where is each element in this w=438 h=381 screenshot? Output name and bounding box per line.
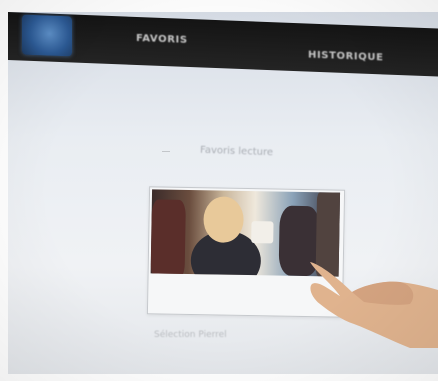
hand-pointing-icon [310,262,438,348]
section-divider [162,151,170,152]
tab-favoris[interactable]: FAVORIS [136,33,188,46]
photo-person-left [150,199,186,277]
photo-paper [251,221,274,244]
card-caption: Sélection Pierrel [154,330,227,340]
top-navigation-bar: FAVORIS HISTORIQUE [8,12,438,77]
tablet-screen: FAVORIS HISTORIQUE Favoris lecture Sélec… [8,12,438,374]
photo-frame: FAVORIS HISTORIQUE Favoris lecture Sélec… [0,0,438,381]
tab-historique[interactable]: HISTORIQUE [308,50,384,64]
section-title: Favoris lecture [199,144,274,159]
app-logo-icon[interactable] [22,14,72,57]
